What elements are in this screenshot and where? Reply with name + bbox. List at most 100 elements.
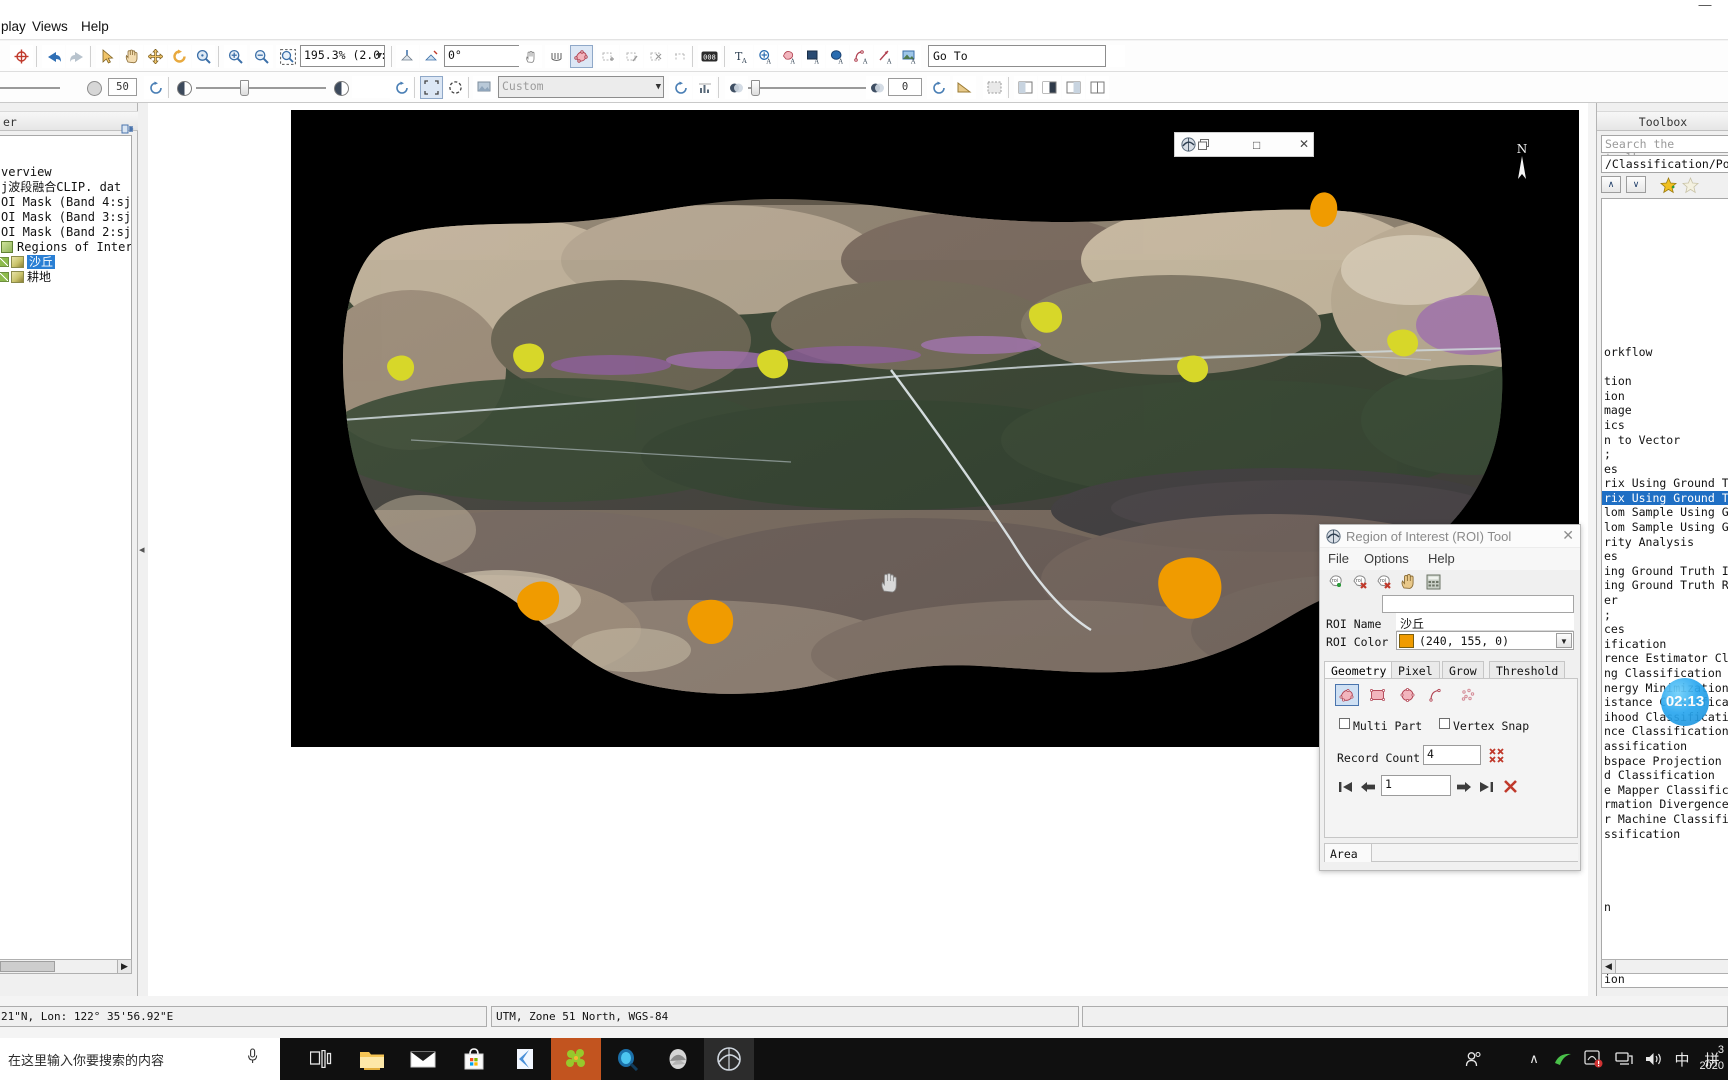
undo-icon[interactable]: [42, 45, 65, 68]
transparency-value[interactable]: 50: [108, 78, 137, 96]
refresh-stretch-icon[interactable]: [669, 76, 692, 99]
layer-row-roi-shaqiu[interactable]: 沙丘: [0, 255, 131, 270]
point-roi-icon[interactable]: [1456, 684, 1480, 706]
brightness-slider-knob[interactable]: [240, 80, 249, 96]
rectangle-roi-icon[interactable]: [1365, 684, 1389, 706]
layer-row-roi-gengdi[interactable]: 耕地: [0, 270, 131, 285]
restore-window-icon[interactable]: [1198, 139, 1209, 150]
taskbar-clock[interactable]: 3 2020: [1700, 1042, 1724, 1074]
volume-icon[interactable]: [1641, 1038, 1667, 1080]
transparency-slider-track[interactable]: [0, 87, 60, 89]
toolbox-list-item[interactable]: [1602, 885, 1728, 900]
stretch-type-combo[interactable]: Custom ▼: [498, 76, 664, 98]
toolbox-list-item[interactable]: ng Classification: [1602, 666, 1728, 681]
refresh-sharpen-icon[interactable]: [927, 76, 950, 99]
favorite-star-icon[interactable]: [1658, 176, 1678, 194]
pan-hand-icon[interactable]: [120, 45, 143, 68]
toolbox-list-item[interactable]: ion: [1602, 389, 1728, 404]
ellipse-annotation-icon[interactable]: A: [826, 45, 849, 68]
roi-name-value[interactable]: 沙丘: [1396, 613, 1574, 631]
microphone-icon[interactable]: [247, 1048, 258, 1068]
multi-part-checkbox[interactable]: [1339, 718, 1350, 729]
toolbox-list-item[interactable]: [1602, 929, 1728, 944]
tab-grow[interactable]: Grow: [1442, 661, 1484, 679]
layer-tree-hscrollbar[interactable]: ▶: [0, 959, 132, 974]
image-annotation-icon[interactable]: A: [898, 45, 921, 68]
toolbox-list-item[interactable]: assification: [1602, 739, 1728, 754]
toolbox-list-item[interactable]: es: [1602, 462, 1728, 477]
toolbox-list-item[interactable]: ing Ground Truth Image: [1602, 564, 1728, 579]
record-index-input[interactable]: 1: [1381, 775, 1451, 796]
splitter-grip-icon[interactable]: ◂: [139, 543, 145, 556]
close-window-button[interactable]: ✕: [1299, 137, 1309, 151]
security-alert-icon[interactable]: [1581, 1038, 1605, 1080]
toolbox-list-item[interactable]: r Machine Classificat: [1602, 812, 1728, 827]
layer-row-overview[interactable]: verview: [0, 165, 131, 180]
file-explorer-icon[interactable]: [347, 1038, 397, 1080]
rotate-icon[interactable]: [168, 45, 191, 68]
roi-edit-icon[interactable]: [11, 256, 24, 268]
tab-area[interactable]: Area: [1324, 843, 1372, 862]
annotation-hand-icon[interactable]: [519, 45, 542, 68]
last-record-button[interactable]: [1477, 778, 1495, 795]
toolbox-search-input[interactable]: Search the toolbox: [1601, 135, 1728, 165]
envi-globe-icon[interactable]: [653, 1038, 703, 1080]
saturation-icon[interactable]: [725, 76, 748, 99]
collapse-up-button[interactable]: ∧: [1601, 176, 1621, 193]
redo-icon[interactable]: [66, 45, 89, 68]
show-hidden-icons-chevron[interactable]: ∧: [1523, 1038, 1545, 1080]
polyline-annotation-icon[interactable]: A: [850, 45, 873, 68]
layer-visibility-checkbox[interactable]: [0, 257, 9, 267]
zoom-region-icon[interactable]: [276, 45, 299, 68]
close-icon[interactable]: ✕: [1562, 527, 1574, 544]
vector-add-icon[interactable]: [596, 45, 619, 68]
delete-record-button[interactable]: [1501, 778, 1519, 795]
envi-app-icon[interactable]: [704, 1038, 754, 1080]
ellipse-roi-icon[interactable]: [1395, 684, 1419, 706]
toolbox-list-item[interactable]: bspace Projection Cla: [1602, 754, 1728, 769]
cursor-arrow-icon[interactable]: [96, 45, 119, 68]
pixel-value-icon[interactable]: 008: [698, 45, 721, 68]
stretch-reset-icon[interactable]: [473, 76, 496, 99]
menu-item-views[interactable]: Views: [27, 18, 73, 35]
flip-vertical-icon[interactable]: [396, 45, 419, 68]
text-annotation-icon[interactable]: TA: [730, 45, 753, 68]
point-annotation-icon[interactable]: A: [754, 45, 777, 68]
panel-splitter[interactable]: ◂: [138, 103, 148, 996]
expand-down-button[interactable]: ∨: [1626, 176, 1646, 193]
previous-record-button[interactable]: [1359, 778, 1377, 795]
roi-hand-icon[interactable]: [1398, 571, 1420, 592]
tab-threshold[interactable]: Threshold: [1489, 661, 1566, 679]
magnifier-app-icon[interactable]: [602, 1038, 652, 1080]
query-magnifier-icon[interactable]: [192, 45, 215, 68]
zoom-to-native-icon[interactable]: [444, 76, 467, 99]
roi-tool-icon[interactable]: [570, 45, 593, 68]
move-icon[interactable]: [144, 45, 167, 68]
crosshair-icon[interactable]: [10, 45, 33, 68]
toolbox-list-item[interactable]: es: [1602, 549, 1728, 564]
vector-delete-icon[interactable]: [644, 45, 667, 68]
people-icon[interactable]: [1459, 1038, 1487, 1080]
toolbox-list-item[interactable]: rmation Divergence Cl: [1602, 797, 1728, 812]
toolbox-hscrollbar[interactable]: ◀: [1601, 959, 1728, 974]
layer-visibility-checkbox[interactable]: [0, 272, 9, 282]
swipe-icon[interactable]: [1086, 76, 1109, 99]
toolbox-list-item[interactable]: [1602, 301, 1728, 316]
first-record-button[interactable]: [1337, 778, 1355, 795]
layer-row-regions-of-interest[interactable]: Regions of Interest: [0, 240, 131, 255]
taskbar-search-box[interactable]: 在这里输入你要搜索的内容: [0, 1038, 280, 1080]
layer-row-fusion-clip[interactable]: j波段融合CLIP. dat: [0, 180, 131, 195]
delete-roi-icon[interactable]: roi: [1350, 571, 1372, 592]
toolbox-list-item[interactable]: [1602, 272, 1728, 287]
toolbox-list-item[interactable]: [1602, 943, 1728, 958]
toolbox-list-item[interactable]: ces: [1602, 622, 1728, 637]
toolbox-list-item[interactable]: ion: [1602, 972, 1728, 987]
roi-color-combo[interactable]: (240, 155, 0) ▼: [1396, 631, 1574, 650]
toolbox-list-item[interactable]: lom Sample Using Groun: [1602, 520, 1728, 535]
zoom-in-icon[interactable]: [224, 45, 247, 68]
toolbox-list-item[interactable]: [1602, 841, 1728, 856]
toolbox-list-item[interactable]: ;: [1602, 608, 1728, 623]
toolbox-path-field[interactable]: /Classification/Post C: [1601, 155, 1728, 173]
scroll-right-button[interactable]: ▶: [117, 960, 131, 973]
toolbox-list-item[interactable]: ification: [1602, 637, 1728, 652]
